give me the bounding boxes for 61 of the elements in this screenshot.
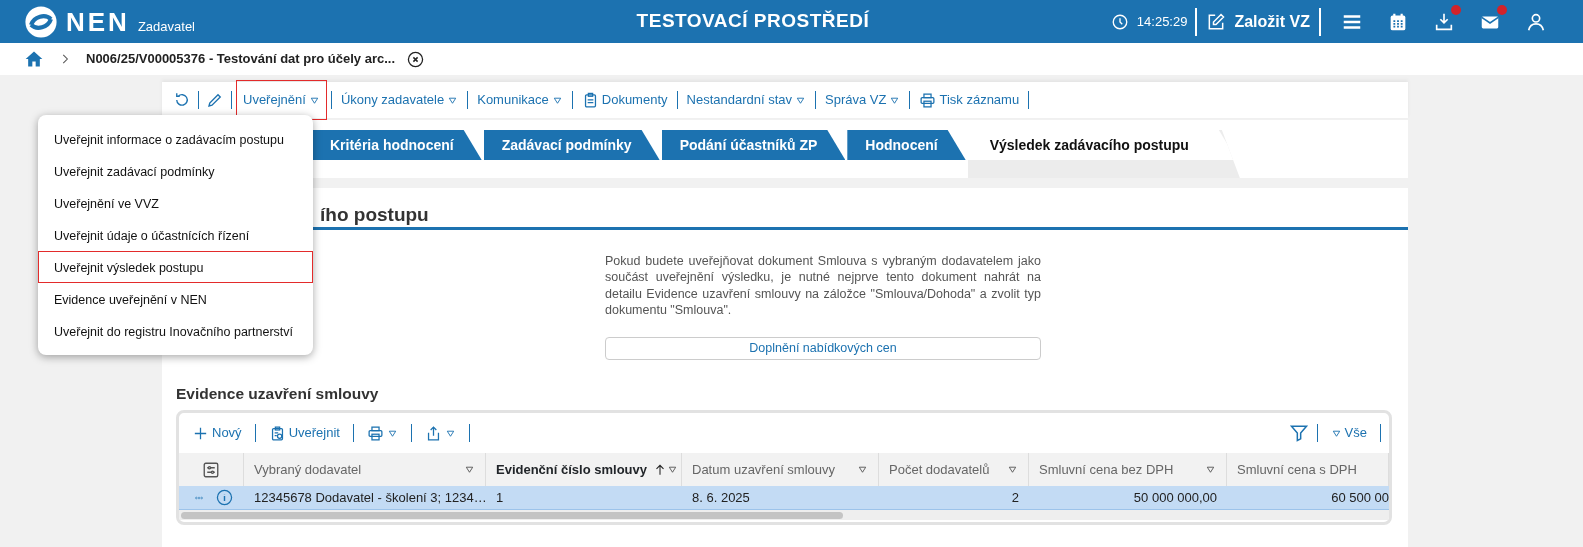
toolbar-menu[interactable]: Komunikace xyxy=(472,86,568,114)
notification-dot xyxy=(1451,4,1461,15)
grid-action[interactable]: Nový xyxy=(187,419,247,447)
toolbar-menu[interactable]: Tisk záznamu xyxy=(914,86,1025,114)
filter-select[interactable]: Vše xyxy=(1325,419,1372,447)
tab[interactable]: Hodnocení xyxy=(847,130,966,160)
logo-subtitle: Zadavatel xyxy=(137,18,195,36)
table-cell-text: 2 xyxy=(1011,488,1019,507)
menu-item[interactable]: Uveřejnit informace o zadávacím postupu xyxy=(38,123,313,155)
column-header[interactable]: Smluvní cena s DPH xyxy=(1237,459,1357,480)
add-prices-button[interactable]: Doplnění nabídkových cen xyxy=(605,337,1041,360)
environment-title: TESTOVACÍ PROSTŘEDÍ xyxy=(635,9,871,34)
table-cell-text: 8. 6. 2025 xyxy=(692,488,750,507)
close-icon[interactable] xyxy=(407,50,425,68)
column-filter-icon[interactable] xyxy=(667,464,678,475)
table-cell-text: 50 000 000,00 xyxy=(1133,488,1217,507)
menu-item[interactable]: Uveřejnit zadávací podmínky xyxy=(38,155,313,187)
printer-icon xyxy=(919,91,937,109)
column-header[interactable]: Vybraný dodavatel xyxy=(254,459,362,480)
column-settings-icon[interactable] xyxy=(202,460,220,479)
info-icon[interactable] xyxy=(216,489,233,506)
printer-icon xyxy=(366,424,384,442)
table-cell-text: 1 xyxy=(496,488,504,507)
grid-action[interactable]: Uveřejnit xyxy=(263,419,345,447)
clock-icon xyxy=(1110,12,1129,31)
tab[interactable]: Zadávací podmínky xyxy=(483,130,660,160)
info-text: Pokud budete uveřejňovat dokument Smlouva s vybraným dodavatelem jako součást uveřejnění výsledku, je nutné nejprve tento dokument nahrát na detailu Evidence uzavření smlouvy na záložce "Smlouva/Dohoda" a zvolit typ dokumentu "Smlouva". xyxy=(605,253,1041,318)
column-header[interactable]: Počet dodavatelů xyxy=(889,459,990,480)
column-header[interactable]: Evidenční číslo smlouvy xyxy=(496,459,647,480)
toolbar-menu[interactable]: Úkony zadavatele xyxy=(335,86,464,114)
table-cell-text: 12345678 Dodavatel - školení 3; 1234… xyxy=(254,488,487,507)
logo-icon xyxy=(24,4,58,39)
create-button[interactable]: Založit VZ xyxy=(1197,2,1319,41)
column-filter-icon[interactable] xyxy=(464,464,475,475)
clock-time: 14:25:29 xyxy=(1136,12,1188,31)
grid-title: Evidence uzavření smlouvy xyxy=(176,383,380,404)
filter-icon[interactable] xyxy=(1288,423,1309,443)
toolbar-menu[interactable]: Dokumenty xyxy=(576,86,673,114)
table-row[interactable]: 12345678 Dodavatel - školení 3; 1234… 1 8. 6. 2025 2 50 000 000,00 60 500 00 xyxy=(179,486,1389,510)
logo-text: NEN xyxy=(66,8,130,35)
home-icon[interactable] xyxy=(24,49,44,69)
scrollbar-thumb[interactable] xyxy=(181,512,843,519)
table-cell-text: 60 500 00 xyxy=(1331,488,1389,507)
column-header[interactable]: Smluvní cena bez DPH xyxy=(1039,459,1174,480)
tab[interactable]: Kritéria hodnocení xyxy=(312,130,482,160)
breadcrumb-title: N006/25/V00005376 - Testování dat pro účely arc... xyxy=(86,50,396,69)
refresh-icon[interactable] xyxy=(173,91,191,109)
toolbar-menu[interactable]: Nestandardní stav xyxy=(681,86,812,114)
tab[interactable]: Podání účastníků ZP xyxy=(661,130,846,160)
edit-icon xyxy=(1206,11,1227,32)
notification-dot xyxy=(1497,4,1507,15)
menu-item[interactable]: Uveřejnit výsledek postupu xyxy=(38,251,313,283)
column-filter-icon[interactable] xyxy=(857,464,868,475)
column-filter-icon[interactable] xyxy=(1205,464,1216,475)
column-header[interactable]: Datum uzavření smlouvy xyxy=(692,459,836,480)
sort-ascending-icon[interactable] xyxy=(653,462,667,477)
pencil-icon[interactable] xyxy=(206,91,224,109)
toolbar-menu[interactable]: Správa VZ xyxy=(820,86,906,114)
column-filter-icon[interactable] xyxy=(1007,464,1018,475)
menu-item[interactable]: Evidence uveřejnění v NEN xyxy=(38,283,313,315)
menu-item[interactable]: Uveřejnit do registru Inovačního partnerství xyxy=(38,315,313,347)
